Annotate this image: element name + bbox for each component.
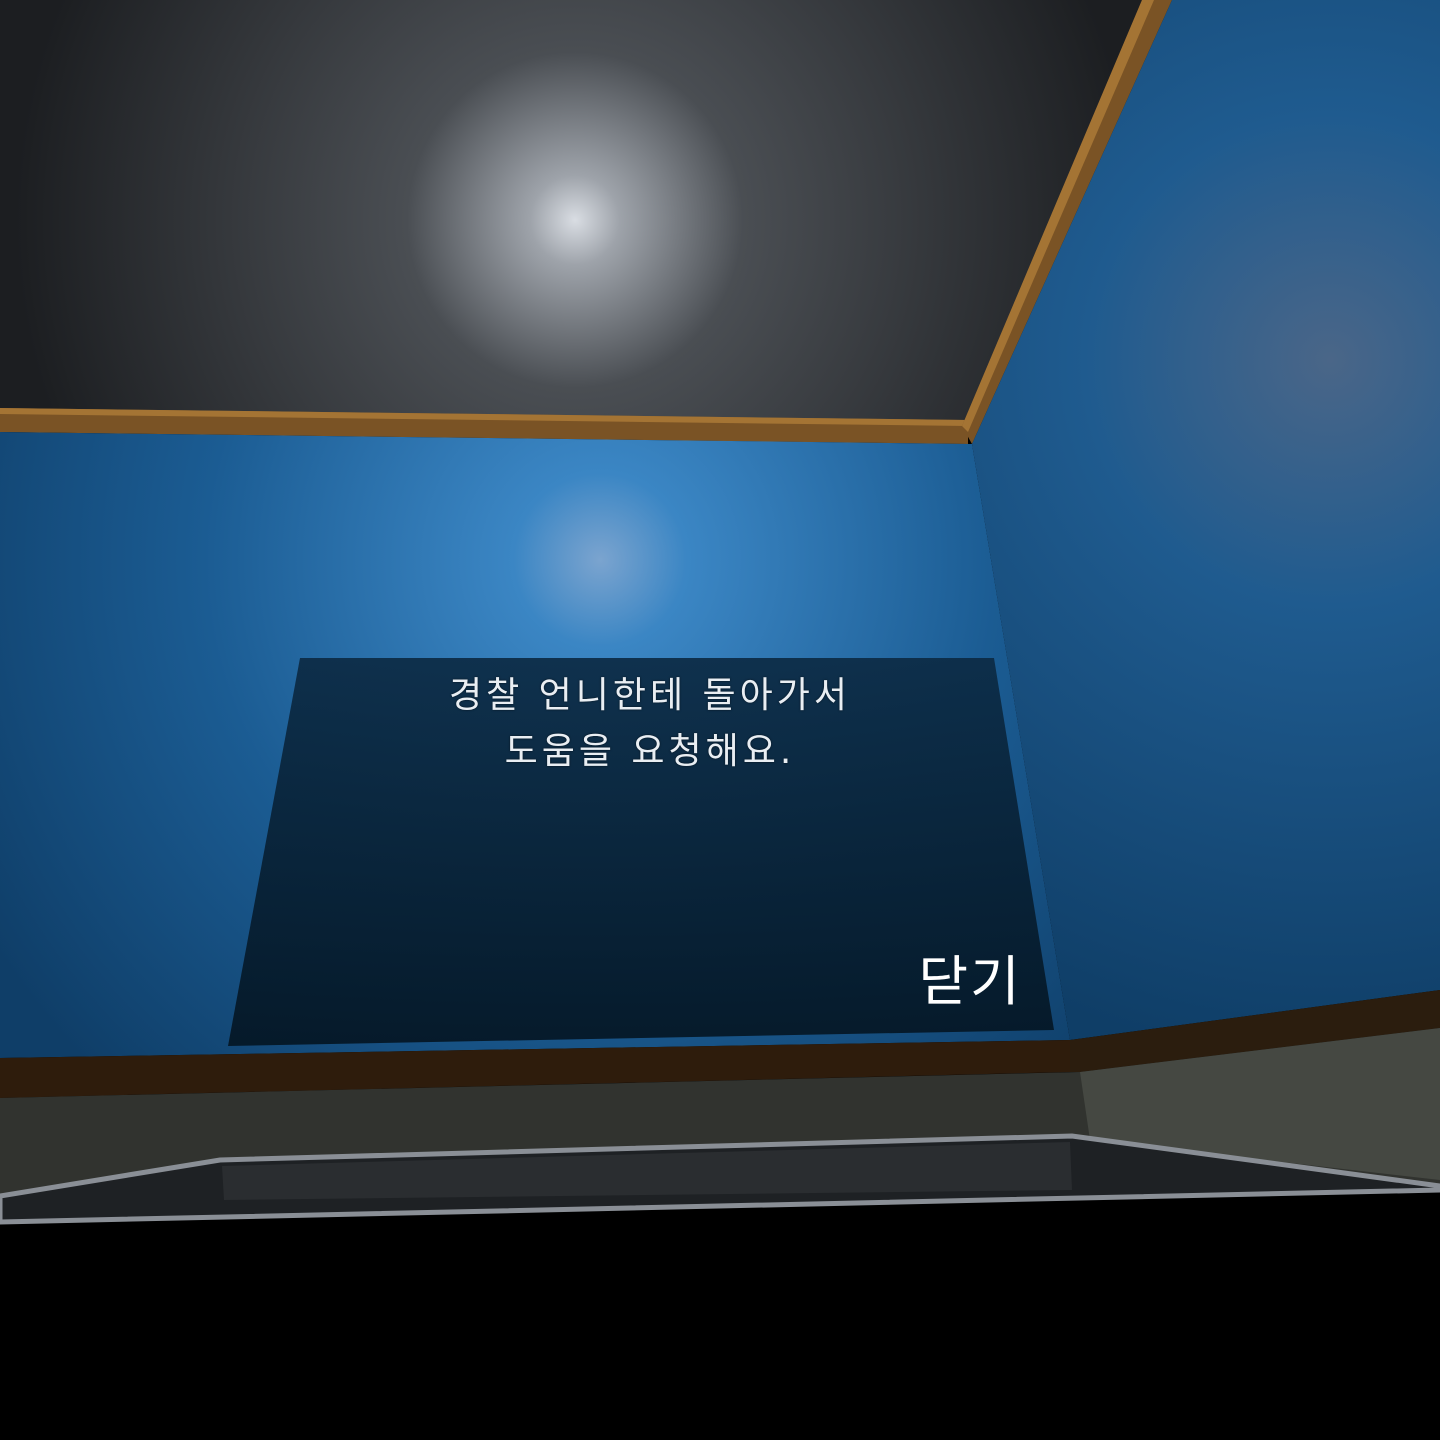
close-button[interactable]: 닫기	[890, 946, 1050, 1018]
dialog-message-line-1: 경찰 언니한테 돌아가서	[448, 675, 852, 716]
ceiling	[0, 0, 1142, 424]
dialog-message-line-2: 도움을 요청해요.	[504, 731, 796, 772]
dialog-message: 경찰 언니한테 돌아가서 도움을 요청해요.	[330, 668, 970, 780]
game-scene: 경찰 언니한테 돌아가서 도움을 요청해요. 닫기	[0, 0, 1440, 1440]
